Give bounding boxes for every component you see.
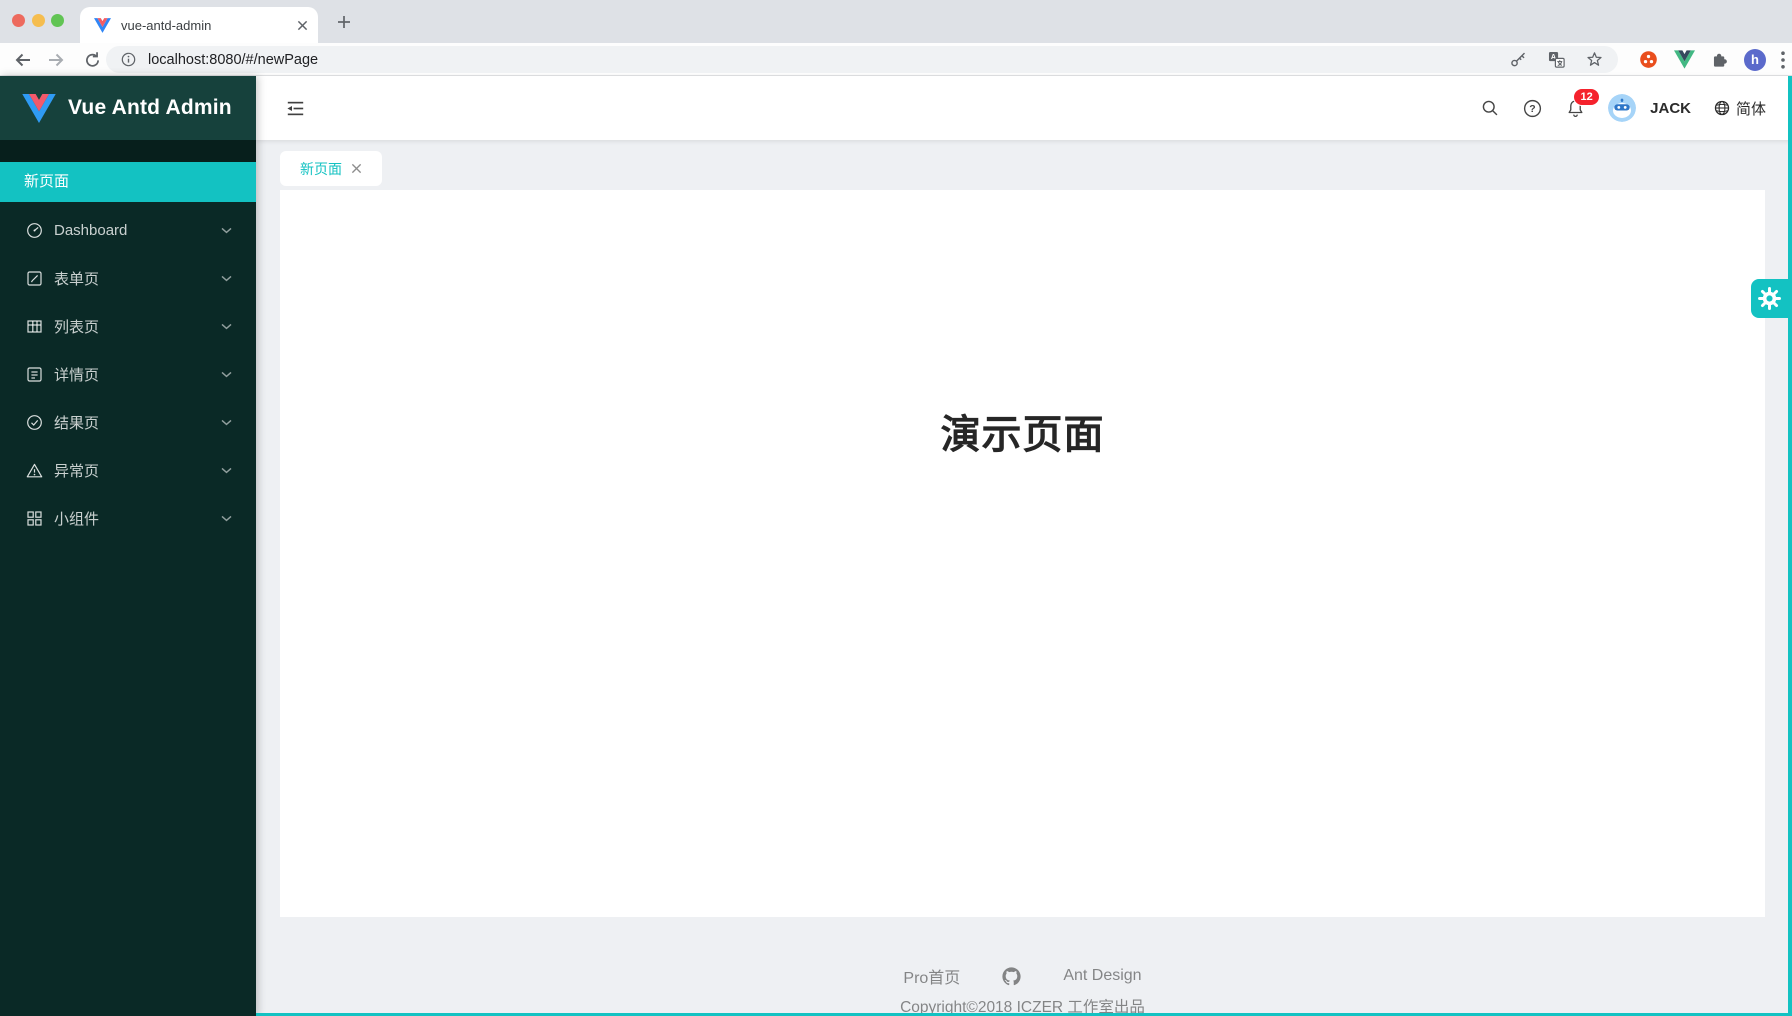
url-text[interactable]: localhost:8080/#/newPage — [148, 52, 1509, 68]
svg-text:?: ? — [1529, 103, 1535, 115]
vue-devtools-icon[interactable] — [1674, 50, 1695, 69]
globe-icon — [1713, 99, 1731, 117]
new-tab-button[interactable] — [331, 9, 357, 35]
footer-link-ant-design[interactable]: Ant Design — [1063, 967, 1141, 985]
chevron-down-icon — [221, 515, 232, 522]
bookmark-star-icon[interactable] — [1585, 50, 1604, 69]
sidebar-item-label: 新页面 — [24, 173, 69, 190]
browser-tabstrip: vue-antd-admin — [0, 0, 1792, 43]
close-tab-icon[interactable] — [297, 20, 308, 31]
minimize-window-button[interactable] — [32, 14, 45, 27]
content-panel: 演示页面 — [280, 190, 1765, 917]
settings-drawer-button[interactable] — [1751, 279, 1788, 318]
extensions-puzzle-icon[interactable] — [1710, 50, 1729, 69]
sidebar-menu: Dashboard 表单页 — [0, 210, 256, 538]
gear-icon — [1758, 287, 1781, 310]
browser-window: vue-antd-admin — [0, 0, 1792, 1016]
app-title: Vue Antd Admin — [68, 96, 232, 120]
sidebar-item-widgets[interactable]: 小组件 — [0, 498, 256, 538]
app-root: Vue Antd Admin 新页面 Dashboard — [0, 76, 1792, 1016]
sidebar-item-label: 异常页 — [54, 460, 221, 481]
sidebar-divider — [0, 140, 256, 162]
notification-badge: 12 — [1573, 88, 1600, 106]
github-icon[interactable] — [1002, 967, 1021, 986]
sidebar-item-new-page-selected[interactable]: 新页面 — [0, 162, 256, 202]
extensions-cluster: h — [1638, 43, 1785, 76]
question-circle-icon: ? — [1522, 98, 1543, 119]
page-tab-new-page[interactable]: 新页面 — [280, 151, 382, 186]
sidebar: Vue Antd Admin 新页面 Dashboard — [0, 76, 256, 1016]
language-label: 简体 — [1736, 98, 1766, 119]
forward-button[interactable] — [45, 48, 69, 72]
chevron-down-icon — [221, 467, 232, 474]
app-header: ? 12 — [256, 76, 1792, 140]
site-info-icon[interactable] — [120, 51, 137, 68]
sidebar-item-lists[interactable]: 列表页 — [0, 306, 256, 346]
reload-icon — [82, 50, 103, 71]
chevron-down-icon — [221, 227, 232, 234]
password-key-icon[interactable] — [1509, 50, 1528, 69]
sidebar-item-details[interactable]: 详情页 — [0, 354, 256, 394]
close-icon[interactable] — [351, 163, 362, 174]
sidebar-item-results[interactable]: 结果页 — [0, 402, 256, 442]
user-name[interactable]: JACK — [1650, 100, 1691, 117]
zoom-window-button[interactable] — [51, 14, 64, 27]
chevron-down-icon — [221, 275, 232, 282]
vue-favicon — [94, 18, 111, 33]
translate-icon[interactable]: A — [1547, 50, 1566, 69]
profile-icon — [26, 366, 43, 383]
sidebar-item-label: 表单页 — [54, 268, 221, 289]
browser-profile-avatar[interactable]: h — [1744, 49, 1766, 71]
chevron-down-icon — [221, 323, 232, 330]
back-button[interactable] — [10, 48, 34, 72]
warning-icon — [26, 462, 43, 479]
form-icon — [26, 270, 43, 287]
chevron-down-icon — [221, 419, 232, 426]
page-footer: Pro首页 Ant Design Copyright©2018 ICZER 工作… — [280, 964, 1765, 1016]
footer-links: Pro首页 Ant Design — [903, 964, 1141, 988]
extension-icon-orange[interactable] — [1638, 49, 1659, 70]
address-bar[interactable]: localhost:8080/#/newPage A — [106, 46, 1618, 73]
sidebar-item-label: Dashboard — [54, 222, 221, 239]
page-title: 演示页面 — [280, 190, 1765, 460]
browser-menu-icon[interactable] — [1781, 51, 1785, 69]
sidebar-item-forms[interactable]: 表单页 — [0, 258, 256, 298]
menu-fold-icon — [285, 98, 306, 119]
sidebar-item-label: 详情页 — [54, 364, 221, 385]
search-button[interactable] — [1480, 98, 1500, 118]
sidebar-item-label: 小组件 — [54, 508, 221, 529]
dashboard-icon — [26, 222, 43, 239]
footer-link-pro-home[interactable]: Pro首页 — [903, 964, 960, 988]
search-icon — [1480, 98, 1500, 118]
browser-toolbar: localhost:8080/#/newPage A — [0, 43, 1792, 76]
collapse-sidebar-button[interactable] — [282, 95, 308, 121]
browser-tab[interactable]: vue-antd-admin — [80, 7, 318, 43]
sidebar-item-dashboard[interactable]: Dashboard — [0, 210, 256, 250]
profile-letter: h — [1751, 52, 1759, 67]
user-avatar[interactable] — [1608, 94, 1636, 122]
help-button[interactable]: ? — [1522, 98, 1543, 119]
sidebar-item-label: 列表页 — [54, 316, 221, 337]
notifications-button[interactable]: 12 — [1565, 98, 1586, 119]
browser-tab-title: vue-antd-admin — [121, 18, 297, 33]
vue-logo-icon — [22, 94, 56, 123]
avatar-robot-icon — [1608, 94, 1636, 122]
language-switcher[interactable]: 简体 — [1713, 98, 1766, 119]
page-tab-label: 新页面 — [300, 159, 342, 179]
sidebar-item-exceptions[interactable]: 异常页 — [0, 450, 256, 490]
table-icon — [26, 318, 43, 335]
plus-icon — [337, 15, 351, 29]
header-right-cluster: ? 12 — [1480, 76, 1766, 140]
check-circle-icon — [26, 414, 43, 431]
main-area: ? 12 — [256, 76, 1792, 1016]
appstore-icon — [26, 510, 43, 527]
drawer-edge-right[interactable] — [1788, 76, 1792, 1016]
reload-button[interactable] — [80, 48, 104, 72]
chevron-down-icon — [221, 371, 232, 378]
back-icon — [11, 49, 33, 71]
sidebar-item-label: 结果页 — [54, 412, 221, 433]
app-logo[interactable]: Vue Antd Admin — [0, 76, 256, 140]
close-window-button[interactable] — [12, 14, 25, 27]
forward-icon — [46, 49, 68, 71]
